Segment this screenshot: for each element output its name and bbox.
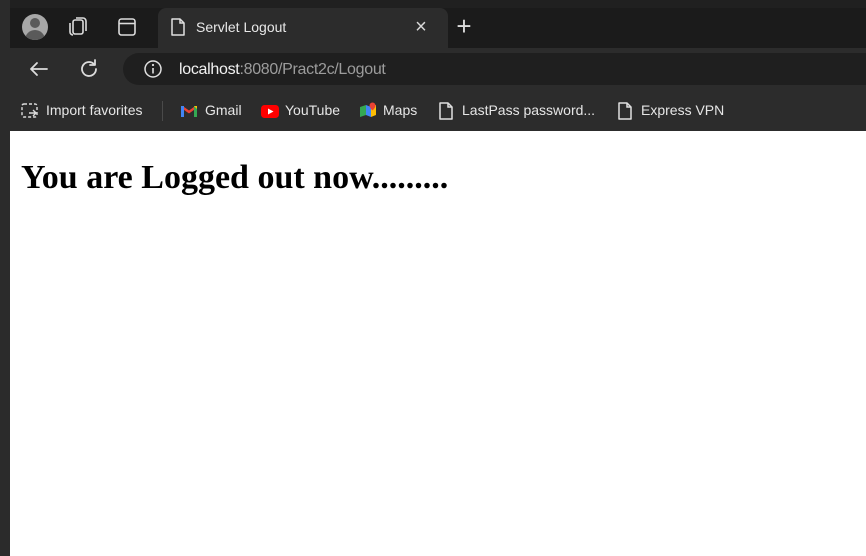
page-icon [439, 102, 453, 120]
bookmark-label: LastPass password... [462, 102, 596, 118]
bookmark-label: YouTube [285, 102, 341, 118]
tab-servlet-logout[interactable]: Servlet Logout × [158, 8, 448, 48]
profile-avatar[interactable] [22, 14, 48, 40]
tab-actions-icon[interactable] [114, 14, 140, 40]
window-left-edge [0, 0, 10, 556]
bookmarks-bar: Import favorites Gmail YouTube Maps Last… [10, 90, 866, 131]
site-info-icon[interactable] [143, 59, 163, 79]
youtube-icon [261, 105, 279, 118]
bookmark-divider [162, 101, 163, 121]
bookmark-label: Gmail [205, 102, 242, 118]
url-text: localhost:8080/Pract2c/Logout [179, 61, 386, 79]
page-content: You are Logged out now......... [10, 131, 866, 556]
tab-strip: Servlet Logout × + [10, 8, 866, 48]
refresh-icon[interactable] [76, 56, 102, 82]
navigation-bar: localhost:8080/Pract2c/Logout [10, 48, 866, 90]
gmail-icon [181, 106, 197, 117]
address-bar[interactable]: localhost:8080/Pract2c/Logout [123, 53, 866, 85]
tab-title: Servlet Logout [196, 19, 287, 35]
bookmark-label: Express VPN [641, 102, 725, 118]
page-icon [618, 102, 632, 120]
workspaces-icon[interactable] [66, 14, 92, 40]
page-icon [170, 18, 186, 36]
bookmark-label: Maps [383, 102, 418, 118]
maps-icon [360, 102, 376, 117]
import-favorites-icon [21, 103, 38, 118]
page-heading: You are Logged out now......... [21, 159, 449, 196]
back-arrow-icon[interactable] [26, 56, 52, 82]
new-tab-button[interactable]: + [450, 12, 478, 42]
url-host: localhost [179, 61, 240, 78]
url-path: :8080/Pract2c/Logout [239, 61, 386, 78]
bookmark-label: Import favorites [46, 102, 143, 118]
close-icon[interactable]: × [410, 16, 432, 38]
